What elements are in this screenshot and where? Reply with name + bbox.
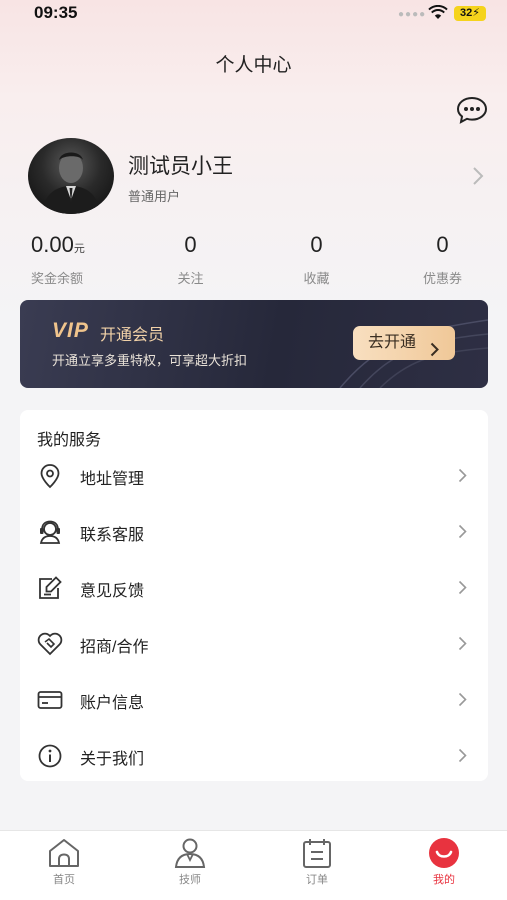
stats-row: 0.00元 奖金余额 0 关注 0 收藏 0 优惠券 bbox=[20, 232, 488, 292]
vip-logo: VIP bbox=[52, 319, 89, 342]
chevron-right-icon bbox=[458, 580, 467, 600]
service-item-label: 联系客服 bbox=[80, 527, 145, 544]
avatar[interactable] bbox=[28, 138, 114, 214]
status-bar: 09:35 ●●●● 32⚡ bbox=[0, 0, 507, 28]
balance-label: 奖金余额 bbox=[31, 271, 84, 286]
tab-orders[interactable]: 订单 bbox=[277, 837, 357, 887]
service-item-label: 地址管理 bbox=[80, 471, 145, 488]
services-card: 我的服务 地址管理 联系客服 意见反馈 招商/合作 账户信息 关于我们 bbox=[20, 410, 488, 781]
service-item-about[interactable]: 关于我们 bbox=[20, 728, 488, 784]
chat-bubble-icon[interactable] bbox=[456, 96, 488, 124]
service-item-partnership[interactable]: 招商/合作 bbox=[20, 616, 488, 672]
vip-banner[interactable]: VIP 开通会员 开通立享多重特权，可享超大折扣 去开通 bbox=[20, 300, 488, 388]
profile-card[interactable]: 测试员小王 普通用户 bbox=[28, 138, 488, 216]
chevron-right-icon bbox=[458, 692, 467, 712]
service-item-label: 账户信息 bbox=[80, 695, 145, 712]
tab-label: 订单 bbox=[306, 874, 328, 886]
vip-open-button[interactable]: 去开通 bbox=[353, 326, 455, 360]
chevron-right-icon bbox=[458, 524, 467, 544]
battery-indicator: 32⚡ bbox=[454, 6, 486, 21]
vip-open-button-label: 去开通 bbox=[368, 334, 417, 351]
chevron-right-icon bbox=[430, 336, 439, 370]
profile-smile-icon bbox=[426, 837, 462, 869]
user-name: 测试员小王 bbox=[128, 155, 233, 178]
bottom-tab-bar: 首页 技师 订单 我的 bbox=[0, 830, 507, 900]
feedback-icon bbox=[36, 574, 64, 602]
user-level: 普通用户 bbox=[128, 189, 181, 204]
service-item-label: 意见反馈 bbox=[80, 583, 145, 600]
chevron-right-icon bbox=[458, 468, 467, 488]
follow-value: 0 bbox=[184, 232, 197, 257]
stat-favorites[interactable]: 0 收藏 bbox=[258, 232, 375, 287]
tab-label: 首页 bbox=[53, 874, 75, 886]
tab-technician[interactable]: 技师 bbox=[150, 837, 230, 887]
battery-level: 32 bbox=[460, 7, 473, 19]
service-item-address[interactable]: 地址管理 bbox=[20, 448, 488, 504]
location-pin-icon bbox=[36, 462, 64, 490]
signal-icon: ●●●● bbox=[398, 9, 427, 20]
tab-home[interactable]: 首页 bbox=[24, 837, 104, 887]
chevron-right-icon bbox=[472, 166, 484, 191]
technician-icon bbox=[172, 837, 208, 869]
chevron-right-icon bbox=[458, 748, 467, 768]
stat-coupons[interactable]: 0 优惠券 bbox=[384, 232, 501, 287]
page-title: 个人中心 bbox=[215, 55, 292, 76]
vip-title: 开通会员 bbox=[100, 327, 165, 344]
stat-balance[interactable]: 0.00元 奖金余额 bbox=[31, 232, 148, 287]
coupons-value: 0 bbox=[436, 232, 449, 257]
card-icon bbox=[36, 686, 64, 714]
stat-follow[interactable]: 0 关注 bbox=[132, 232, 249, 287]
balance-unit: 元 bbox=[73, 243, 85, 255]
tab-label: 我的 bbox=[433, 874, 455, 886]
follow-label: 关注 bbox=[177, 271, 204, 286]
service-item-feedback[interactable]: 意见反馈 bbox=[20, 560, 488, 616]
status-time: 09:35 bbox=[34, 3, 78, 22]
home-icon bbox=[46, 837, 82, 869]
customer-service-icon bbox=[36, 518, 64, 546]
tab-label: 技师 bbox=[179, 874, 201, 886]
order-icon bbox=[299, 837, 335, 869]
coupons-label: 优惠券 bbox=[422, 271, 462, 286]
services-title: 我的服务 bbox=[37, 432, 102, 449]
tab-mine[interactable]: 我的 bbox=[404, 837, 484, 887]
chevron-right-icon bbox=[458, 636, 467, 656]
service-item-label: 关于我们 bbox=[80, 751, 145, 768]
favorites-value: 0 bbox=[310, 232, 323, 257]
vip-description: 开通立享多重特权，可享超大折扣 bbox=[52, 353, 248, 368]
balance-value: 0.00 bbox=[31, 232, 74, 257]
handshake-icon bbox=[36, 630, 64, 658]
wifi-icon bbox=[428, 4, 448, 26]
service-item-label: 招商/合作 bbox=[80, 639, 149, 656]
favorites-label: 收藏 bbox=[303, 271, 330, 286]
service-item-customer-service[interactable]: 联系客服 bbox=[20, 504, 488, 560]
service-item-account[interactable]: 账户信息 bbox=[20, 672, 488, 728]
info-icon bbox=[36, 742, 64, 770]
